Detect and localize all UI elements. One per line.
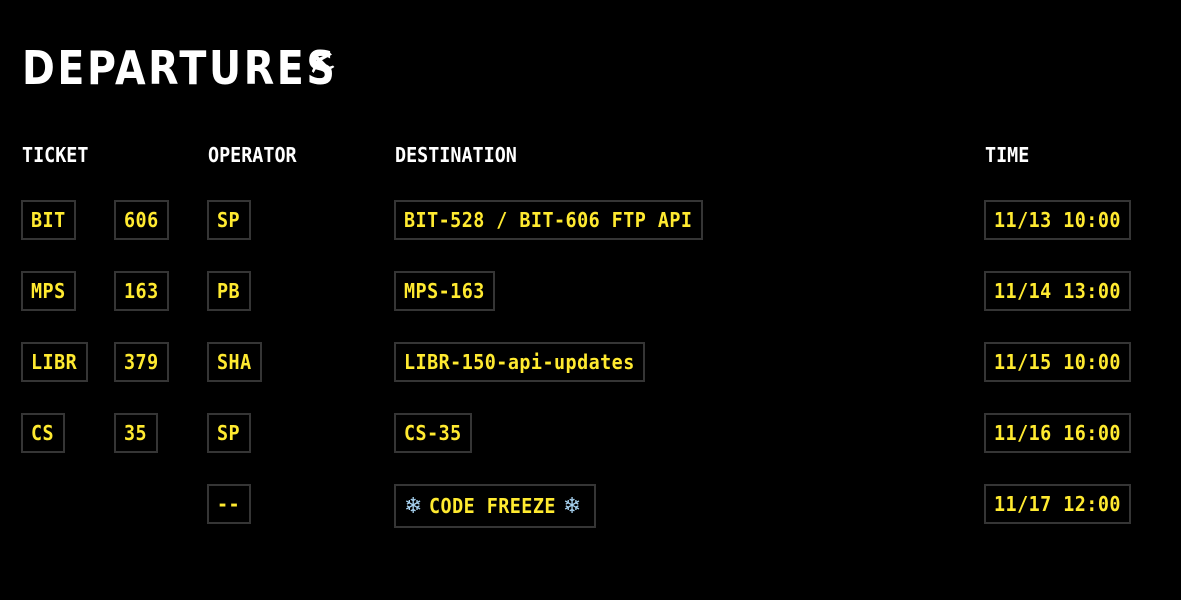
- operator-box: SP: [207, 200, 251, 240]
- snowflake-icon: ❄: [562, 493, 582, 519]
- destination-box: MPS-163: [394, 271, 495, 311]
- time: 11/15 10:00: [994, 350, 1121, 374]
- ticket-project: MPS: [31, 279, 66, 303]
- operator: SP: [217, 421, 241, 445]
- operator: SP: [217, 208, 241, 232]
- time-box: 11/16 16:00: [984, 413, 1131, 453]
- snowflake-icon: ❄: [404, 493, 423, 519]
- destination-box: BIT-528 / BIT-606 FTP API: [394, 200, 703, 240]
- time: 11/13 10:00: [994, 208, 1121, 232]
- ticket-number-box: 606: [114, 200, 169, 240]
- destination-box: LIBR-150-api-updates: [394, 342, 645, 382]
- ticket-number: 379: [124, 350, 159, 374]
- time-box: 11/17 12:00: [984, 484, 1131, 524]
- time-box: 11/14 13:00: [984, 271, 1131, 311]
- destination: BIT-528 / BIT-606 FTP API: [404, 208, 693, 232]
- header-destination: DESTINATION: [395, 143, 517, 167]
- time: 11/16 16:00: [994, 421, 1121, 445]
- ticket-number-box: 163: [114, 271, 169, 311]
- ticket-project-box: LIBR: [21, 342, 88, 382]
- time-box: 11/13 10:00: [984, 200, 1131, 240]
- time-box: 11/15 10:00: [984, 342, 1131, 382]
- ticket-project-box: CS: [21, 413, 65, 453]
- destination-box: ❄ CODE FREEZE ❄: [394, 484, 596, 528]
- ticket-number: 163: [124, 279, 159, 303]
- ticket-project: CS: [31, 421, 55, 445]
- ticket-number-box: 35: [114, 413, 158, 453]
- header-ticket: TICKET: [22, 143, 89, 167]
- ticket-number: 35: [124, 421, 148, 445]
- destination-box: CS-35: [394, 413, 472, 453]
- destination: LIBR-150-api-updates: [404, 350, 635, 374]
- operator-box: SP: [207, 413, 251, 453]
- ticket-project: LIBR: [31, 350, 78, 374]
- ticket-number-box: 379: [114, 342, 169, 382]
- ticket-project: BIT: [31, 208, 66, 232]
- operator-box: PB: [207, 271, 251, 311]
- title-text: DEPARTURES: [22, 41, 338, 95]
- time: 11/14 13:00: [994, 279, 1121, 303]
- operator-box: --: [207, 484, 251, 524]
- operator-box: SHA: [207, 342, 262, 382]
- header-operator: OPERATOR: [208, 143, 297, 167]
- operator: SHA: [217, 350, 252, 374]
- airplane-icon: [311, 52, 335, 76]
- header-time: TIME: [985, 143, 1030, 167]
- operator: PB: [217, 279, 241, 303]
- destination: MPS-163: [404, 279, 485, 303]
- destination: CS-35: [404, 421, 462, 445]
- destination: CODE FREEZE: [428, 494, 556, 518]
- ticket-number: 606: [124, 208, 159, 232]
- operator: --: [217, 492, 241, 516]
- time: 11/17 12:00: [994, 492, 1121, 516]
- ticket-project-box: MPS: [21, 271, 76, 311]
- ticket-project-box: BIT: [21, 200, 76, 240]
